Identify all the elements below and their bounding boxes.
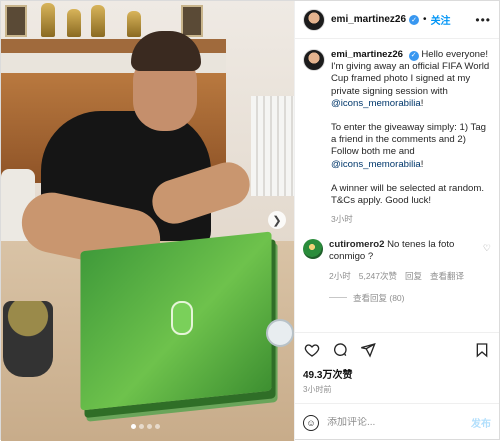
radiator xyxy=(251,96,294,196)
verified-badge-icon: ✓ xyxy=(408,51,419,62)
bookmark-icon[interactable] xyxy=(473,341,491,359)
trophy xyxy=(41,3,55,37)
caption-time: 3小时 xyxy=(331,214,353,225)
chevron-right-icon: ❯ xyxy=(272,214,282,227)
post-comment-button[interactable]: 发布 xyxy=(471,415,491,430)
carousel-dot xyxy=(131,424,136,429)
carousel-dot xyxy=(155,424,160,429)
comments-section[interactable]: emi_martinez26 ✓ Hello everyone! I'm giv… xyxy=(295,39,499,332)
add-comment-bar: ☺ 发布 xyxy=(295,403,499,441)
comment-text: cutiromero2 No tenes la foto conmigo ? xyxy=(329,239,491,263)
comment-translate-button[interactable]: 查看翻译 xyxy=(430,270,464,282)
replies-line xyxy=(329,297,347,299)
caption-para2: To enter the giveaway simply: 1) Tag a f… xyxy=(331,122,486,158)
verified-badge-icon: ✓ xyxy=(409,14,420,25)
caption-username[interactable]: emi_martinez26 xyxy=(331,49,403,60)
comment-heart-icon[interactable]: ♡ xyxy=(483,243,491,254)
comment-avatar[interactable] xyxy=(303,239,323,260)
comment-item: cutiromero2 No tenes la foto conmigo ? 2… xyxy=(303,239,491,281)
carousel-next-button[interactable]: ❯ xyxy=(268,211,286,229)
view-replies-button[interactable]: 查看回复 (80) xyxy=(329,292,491,304)
post-sidebar: emi_martinez26 ✓ • 关注 ••• emi_martinez26… xyxy=(294,1,499,441)
carousel-dot xyxy=(139,424,144,429)
header-username[interactable]: emi_martinez26 xyxy=(331,14,406,25)
comment-time: 2小时 xyxy=(329,270,351,281)
trophy xyxy=(67,9,81,37)
comment-input[interactable] xyxy=(327,417,463,428)
caption: emi_martinez26 ✓ Hello everyone! I'm giv… xyxy=(303,49,491,225)
instagram-post: ❯ emi_martinez26 ✓ • 关注 ••• emi_martinez… xyxy=(0,0,500,441)
more-horizontal-icon[interactable]: ••• xyxy=(475,13,491,27)
avatar[interactable] xyxy=(303,8,325,31)
caption-paragraph: A winner will be selected at random. T&C… xyxy=(331,182,485,207)
goalkeeper-figure xyxy=(171,301,193,335)
caption-avatar[interactable] xyxy=(303,49,325,71)
send-icon[interactable] xyxy=(359,341,377,359)
heart-icon[interactable] xyxy=(303,341,321,359)
trophy xyxy=(127,11,141,37)
emoji-icon[interactable]: ☺ xyxy=(303,414,319,431)
comment-meta: 2小时 5,247次赞 回复 查看翻译 xyxy=(329,270,491,282)
carousel-indicator xyxy=(131,424,160,429)
framed-picture xyxy=(5,5,27,37)
likes-count[interactable]: 49.3万次赞 xyxy=(295,366,499,381)
comment-likes[interactable]: 5,247次赞 xyxy=(359,270,397,282)
caption-text: emi_martinez26 ✓ Hello everyone! I'm giv… xyxy=(331,49,491,207)
trophy xyxy=(91,5,105,37)
comment-icon[interactable] xyxy=(331,341,349,359)
post-header: emi_martinez26 ✓ • 关注 ••• xyxy=(295,1,499,39)
mate-cup xyxy=(3,301,53,377)
follow-button[interactable]: 关注 xyxy=(431,12,451,27)
framed-picture xyxy=(181,5,203,37)
carousel-dot xyxy=(147,424,152,429)
view-replies-label: 查看回复 (80) xyxy=(353,292,405,303)
action-bar xyxy=(295,332,499,366)
caption-paragraph: To enter the giveaway simply: 1) Tag a f… xyxy=(331,122,491,171)
caption-para2-end: ! xyxy=(420,158,424,170)
caption-line1-end: ! xyxy=(420,97,424,109)
comment-username[interactable]: cutiromero2 xyxy=(329,239,384,250)
mention-link[interactable]: @icons_memorabilia xyxy=(331,98,421,109)
post-image[interactable]: ❯ xyxy=(1,1,294,441)
comment-reply-button[interactable]: 回复 xyxy=(405,270,422,282)
separator-dot: • xyxy=(423,14,427,25)
mention-link[interactable]: @icons_memorabilia xyxy=(331,159,421,170)
post-time: 3小时前 xyxy=(303,385,332,394)
glass xyxy=(266,319,294,347)
